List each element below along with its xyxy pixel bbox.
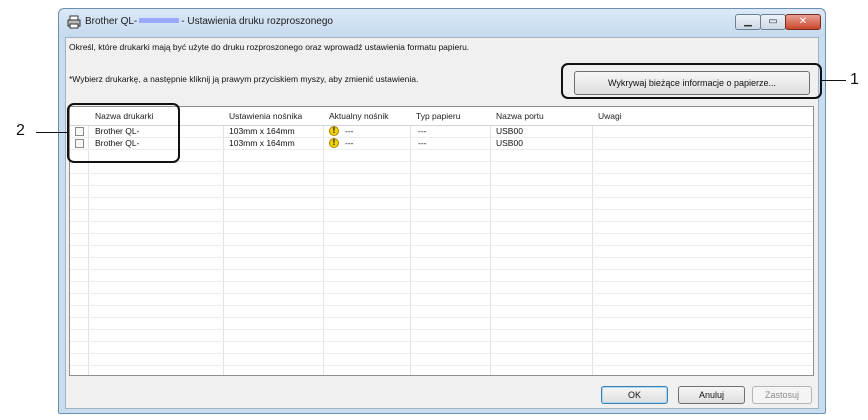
row-divider — [70, 197, 813, 198]
column-header-current-media[interactable]: Aktualny nośnik — [329, 111, 389, 121]
port-cell: USB00 — [496, 126, 523, 136]
paper-type-cell: --- — [418, 126, 427, 136]
title-bar[interactable]: Brother QL- - Ustawienia druku rozproszon… — [59, 9, 825, 37]
paper-type-cell: --- — [418, 138, 427, 148]
apply-button[interactable]: Zastosuj — [752, 386, 812, 404]
row-divider — [70, 329, 813, 330]
description-text: Określ, które drukarki mają być użyte do… — [69, 42, 470, 52]
warning-icon: ! — [329, 138, 339, 148]
table-row[interactable]: Brother QL- 103mm x 164mm ! --- --- USB0… — [70, 138, 813, 149]
row-divider — [70, 365, 813, 366]
ok-button[interactable]: OK — [601, 386, 668, 404]
row-divider — [70, 281, 813, 282]
current-media-cell: --- — [345, 138, 354, 148]
row-divider — [70, 341, 813, 342]
port-cell: USB00 — [496, 138, 523, 148]
callout-box-detect-button — [561, 63, 822, 99]
minimize-icon: ▁ — [744, 16, 752, 27]
row-divider — [70, 305, 813, 306]
callout-number-2: 2 — [16, 122, 25, 139]
instruction-note: *Wybierz drukarkę, a następnie kliknij j… — [69, 74, 419, 84]
row-divider — [70, 293, 813, 294]
current-media-cell: --- — [345, 126, 354, 136]
media-setting-cell: 103mm x 164mm — [229, 138, 295, 148]
close-icon: ✕ — [798, 16, 808, 27]
printer-table[interactable]: Nazwa drukarki Ustawienia nośnika Aktual… — [69, 106, 814, 376]
maximize-icon: ▭ — [768, 16, 778, 27]
row-divider — [70, 257, 813, 258]
cancel-button[interactable]: Anuluj — [678, 386, 745, 404]
row-divider — [70, 317, 813, 318]
row-divider — [70, 161, 813, 162]
column-header-media-setting[interactable]: Ustawienia nośnika — [229, 111, 302, 121]
media-setting-cell: 103mm x 164mm — [229, 126, 295, 136]
row-divider — [70, 173, 813, 174]
callout-box-printer-column — [67, 103, 180, 163]
row-divider — [70, 185, 813, 186]
column-header-notes[interactable]: Uwagi — [598, 111, 622, 121]
window-title: Brother QL- - Ustawienia druku rozproszon… — [85, 16, 333, 27]
column-header-port[interactable]: Nazwa portu — [496, 111, 544, 121]
minimize-button[interactable]: ▁ — [735, 14, 761, 30]
row-divider — [70, 209, 813, 210]
callout-line-1 — [822, 80, 846, 81]
column-header-paper-type[interactable]: Typ papieru — [416, 111, 460, 121]
row-divider — [70, 269, 813, 270]
row-divider — [70, 221, 813, 222]
table-header: Nazwa drukarki Ustawienia nośnika Aktual… — [70, 107, 813, 126]
maximize-button[interactable]: ▭ — [760, 14, 786, 30]
callout-line-2 — [36, 132, 67, 133]
row-divider — [70, 233, 813, 234]
warning-icon: ! — [329, 126, 339, 136]
window-title-prefix: Brother QL- — [85, 16, 138, 27]
row-divider — [70, 353, 813, 354]
window-title-suffix: - Ustawienia druku rozproszonego — [181, 16, 333, 27]
close-button[interactable]: ✕ — [785, 14, 821, 30]
row-divider — [70, 149, 813, 150]
redacted-model-number — [139, 18, 180, 24]
callout-number-1: 1 — [850, 71, 859, 88]
printer-icon — [67, 15, 81, 29]
table-row[interactable]: Brother QL- 103mm x 164mm ! --- --- USB0… — [70, 126, 813, 137]
row-divider — [70, 245, 813, 246]
